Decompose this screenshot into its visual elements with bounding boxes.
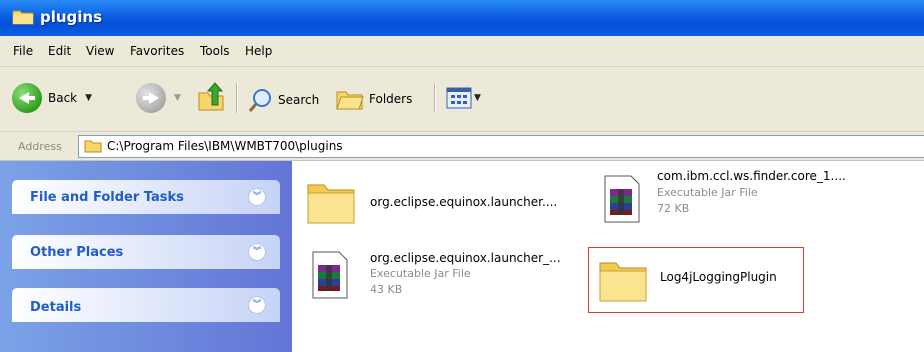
file-name: org.eclipse.equinox.launcher.... (370, 195, 558, 209)
list-item[interactable]: Log4jLoggingPlugin (592, 251, 800, 309)
panel-file-folder-tasks[interactable]: File and Folder Tasks ︾ (12, 180, 280, 214)
folders-label: Folders (369, 92, 413, 106)
address-bar: Address C:\Program Files\IBM\WMBT700\plu… (0, 132, 924, 161)
search-icon (248, 89, 271, 112)
jar-icon (604, 175, 640, 223)
toolbar: Back ▼ ▼ Search Folders ▼ (0, 67, 924, 132)
file-name: org.eclipse.equinox.launcher_... (370, 251, 561, 265)
panel-label: File and Folder Tasks (30, 190, 184, 205)
search-label: Search (278, 93, 320, 107)
folder-icon (84, 140, 102, 153)
menu-edit[interactable]: Edit (48, 44, 71, 58)
explorer-window: plugins File Edit View Favorites Tools H… (0, 0, 924, 352)
views-icon (446, 87, 472, 109)
chevron-down-icon[interactable]: ︾ (248, 188, 266, 206)
views-button[interactable]: ▼ (446, 87, 481, 109)
search-button[interactable]: Search (248, 87, 319, 113)
file-list: org.eclipse.equinox.launcher.... com.ibm… (292, 161, 924, 352)
up-folder-icon (198, 82, 224, 111)
file-type: Executable Jar File (370, 267, 471, 280)
panel-label: Details (30, 300, 82, 315)
window-title: plugins (40, 8, 103, 26)
task-pane: File and Folder Tasks ︾ Other Places ︾ D… (0, 161, 292, 352)
list-item[interactable]: org.eclipse.equinox.launcher.... (302, 175, 582, 235)
panel-other-places[interactable]: Other Places ︾ (12, 235, 280, 269)
file-name: Log4jLoggingPlugin (660, 270, 777, 284)
chevron-down-icon[interactable]: ︾ (248, 296, 266, 314)
menu-help[interactable]: Help (245, 44, 272, 58)
menu-bar: File Edit View Favorites Tools Help (0, 36, 924, 67)
file-name: com.ibm.ccl.ws.finder.core_1.... (657, 169, 846, 183)
menu-view[interactable]: View (86, 44, 114, 58)
up-folder-button[interactable] (196, 81, 226, 113)
address-path: C:\Program Files\IBM\WMBT700\plugins (107, 139, 343, 153)
toolbar-separator (236, 83, 238, 113)
back-button[interactable]: Back ▼ (12, 83, 92, 113)
back-label: Back (48, 91, 78, 105)
folders-icon (336, 91, 364, 110)
list-item[interactable]: com.ibm.ccl.ws.finder.core_1.... Executa… (597, 167, 917, 237)
panel-details[interactable]: Details ︾ (12, 288, 280, 322)
folder-icon (307, 184, 355, 224)
back-dropdown-icon[interactable]: ▼ (85, 93, 92, 103)
file-size: 43 KB (370, 283, 403, 296)
chevron-down-icon[interactable]: ︾ (248, 243, 266, 261)
address-label: Address (18, 140, 62, 153)
address-input[interactable]: C:\Program Files\IBM\WMBT700\plugins (78, 135, 924, 158)
file-size: 72 KB (657, 202, 690, 215)
forward-button[interactable]: ▼ (136, 83, 181, 113)
forward-dropdown-icon[interactable]: ▼ (174, 93, 181, 103)
list-item[interactable]: org.eclipse.equinox.launcher_... Executa… (302, 243, 587, 313)
title-bar[interactable]: plugins (0, 0, 924, 36)
views-dropdown-icon[interactable]: ▼ (474, 93, 481, 103)
forward-arrow-icon (136, 83, 166, 113)
menu-favorites[interactable]: Favorites (130, 44, 184, 58)
file-type: Executable Jar File (657, 186, 758, 199)
folder-icon (12, 10, 34, 25)
panel-label: Other Places (30, 245, 124, 260)
menu-tools[interactable]: Tools (200, 44, 230, 58)
back-arrow-icon (12, 83, 42, 113)
menu-file[interactable]: File (13, 44, 33, 58)
folders-button[interactable]: Folders (335, 87, 412, 111)
toolbar-separator (434, 83, 436, 113)
folder-icon (599, 262, 647, 302)
jar-icon (312, 251, 348, 299)
